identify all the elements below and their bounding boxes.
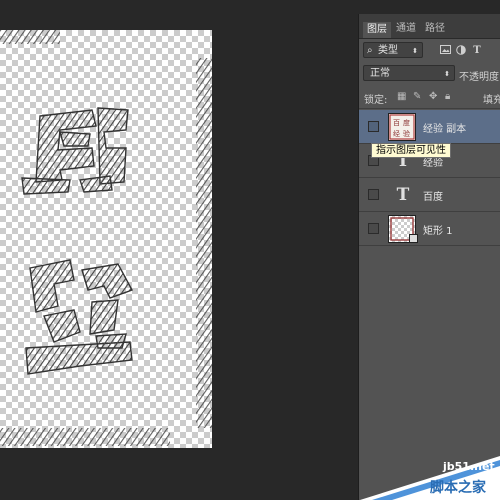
visibility-tooltip: 指示图层可见性: [371, 143, 451, 158]
chevron-updown-icon: ⬍: [444, 70, 450, 78]
chevron-updown-icon: ⬍: [412, 47, 418, 55]
layer-name: 百度: [423, 192, 443, 203]
tab-channels[interactable]: 通道: [392, 20, 420, 38]
blend-row: 正常 ⬍ 不透明度: [359, 62, 500, 84]
svg-text:百: 百: [393, 119, 400, 127]
watermark-domain: jb51.net: [443, 460, 495, 473]
filter-kind-select[interactable]: ⌕ 类型 ⬍: [363, 42, 423, 58]
layer-row-jingyan-copy[interactable]: 百 度 经 验 经验 副本: [359, 110, 500, 144]
lock-row: 锁定: ▦ ✎ ✥ 🔒︎ 填充: [359, 86, 500, 109]
lock-image-pixels-icon[interactable]: ✎: [413, 91, 421, 102]
layers-panel: 图层 通道 路径 ⌕ 类型 ⬍ T 正常 ⬍ 不透明度 锁定: ▦ ✎ ✥ 🔒︎…: [358, 14, 500, 500]
tab-layers[interactable]: 图层: [363, 22, 391, 38]
visibility-toggle[interactable]: [368, 223, 379, 234]
layer-row-rect1[interactable]: 矩形 1: [359, 212, 500, 246]
search-icon: ⌕: [367, 45, 373, 56]
lock-all-icon[interactable]: 🔒︎: [445, 91, 450, 102]
text-layer-icon: T: [396, 185, 410, 205]
blend-mode-value: 正常: [370, 68, 390, 79]
opacity-label: 不透明度: [459, 72, 499, 83]
canvas-artwork: [0, 30, 212, 446]
vector-mask-icon: [409, 234, 418, 243]
lock-position-icon[interactable]: ✥: [429, 91, 437, 102]
tab-paths[interactable]: 路径: [421, 20, 449, 38]
watermark-name: 脚本之家: [430, 480, 486, 496]
lock-label: 锁定:: [364, 95, 388, 106]
filter-kind-label: 类型: [378, 45, 398, 56]
lock-transparent-pixels-icon[interactable]: ▦: [397, 91, 406, 102]
svg-text:度: 度: [403, 118, 410, 127]
image-filter-icon[interactable]: [439, 45, 451, 56]
svg-text:经: 经: [393, 129, 400, 138]
visibility-toggle[interactable]: [368, 121, 379, 132]
document-canvas[interactable]: [0, 30, 212, 448]
fill-label: 填充: [483, 95, 500, 106]
layer-thumbnail: 百 度 经 验: [388, 113, 416, 141]
layer-filter-row: ⌕ 类型 ⬍ T: [359, 39, 500, 61]
svg-text:验: 验: [403, 129, 410, 138]
layer-name: 经验 副本: [423, 124, 467, 135]
visibility-toggle[interactable]: [368, 189, 379, 200]
panel-tab-bar: 图层 通道 路径: [359, 14, 500, 39]
layer-row-baidu[interactable]: T 百度: [359, 178, 500, 212]
layer-name: 矩形 1: [423, 226, 453, 237]
adjustment-filter-icon[interactable]: [455, 45, 467, 56]
blend-mode-select[interactable]: 正常 ⬍: [363, 65, 455, 81]
type-filter-icon[interactable]: T: [471, 45, 483, 56]
